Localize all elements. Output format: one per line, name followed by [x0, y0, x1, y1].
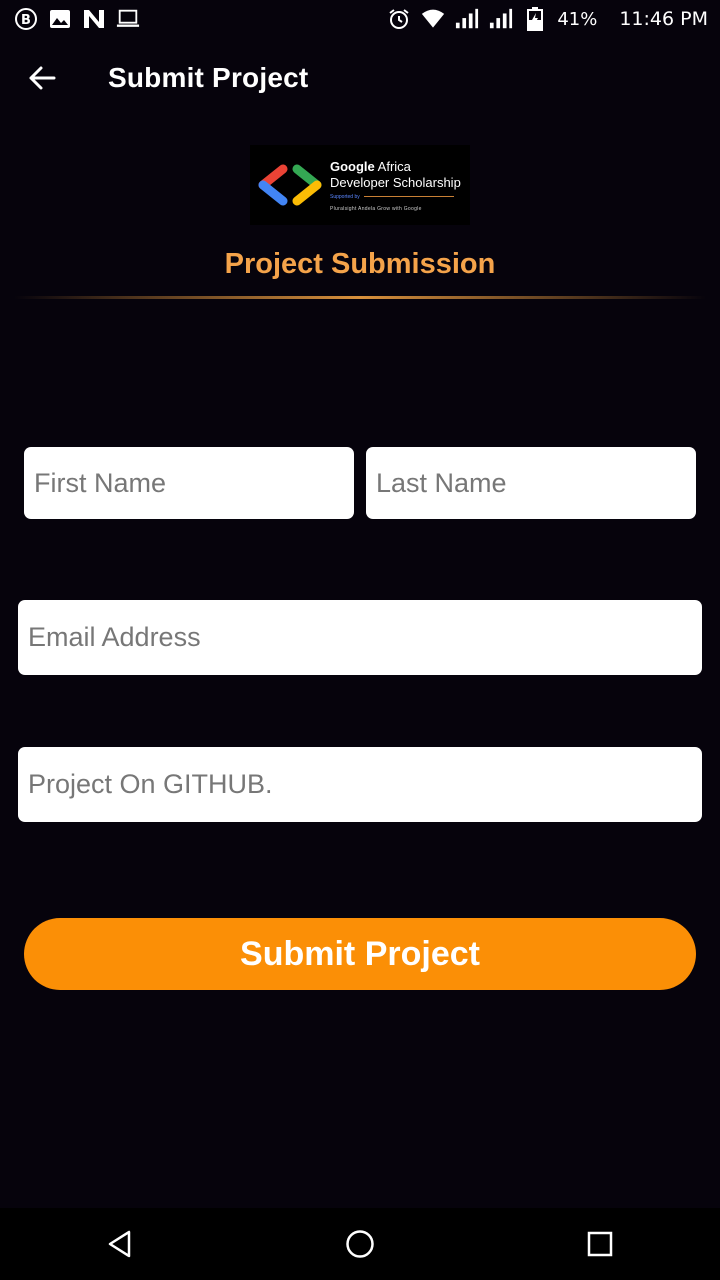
battery-percent: 41%	[557, 8, 598, 30]
gads-logo: Google Africa Developer Scholarship Supp…	[250, 145, 470, 225]
nav-back-icon	[108, 1230, 131, 1258]
clock-time: 11:46 PM	[619, 8, 708, 30]
logo-line2: Developer Scholarship	[330, 174, 461, 190]
submit-project-button[interactable]: Submit Project	[24, 918, 696, 990]
image-icon	[48, 7, 72, 31]
logo-supported-label: Supported by	[330, 193, 360, 200]
logo-text: Google Africa Developer Scholarship Supp…	[330, 159, 461, 212]
app-bar: Submit Project	[0, 40, 720, 116]
logo-partners: Pluralsight Andela Grow with Google	[330, 205, 422, 212]
email-input[interactable]	[18, 600, 702, 675]
nav-home-icon	[346, 1230, 374, 1258]
alarm-icon	[387, 7, 411, 31]
section-title: Project Submission	[224, 248, 496, 280]
back-button[interactable]	[14, 50, 70, 106]
nav-recents-button[interactable]	[570, 1214, 630, 1274]
signal-icon	[455, 7, 479, 31]
b-badge-icon: B	[14, 7, 38, 31]
battery-icon	[523, 7, 547, 31]
n-app-icon	[82, 7, 106, 31]
code-brackets-logo-icon	[258, 164, 322, 206]
nav-recents-icon	[587, 1231, 613, 1257]
nav-home-button[interactable]	[330, 1214, 390, 1274]
logo-line1: Google Africa	[330, 159, 461, 175]
section-divider	[14, 296, 706, 299]
signal-icon	[489, 7, 513, 31]
logo-google: Google	[330, 158, 375, 174]
system-nav-bar	[0, 1208, 720, 1280]
status-bar: B 41% 11:46 PM	[0, 0, 720, 38]
logo-support-line	[363, 196, 454, 197]
app-bar-title: Submit Project	[108, 62, 309, 93]
wifi-icon	[421, 7, 445, 31]
status-right: 41% 11:46 PM	[387, 7, 708, 31]
logo-africa: Africa	[374, 158, 411, 174]
status-left: B	[14, 7, 140, 31]
logo-support: Supported by	[330, 194, 461, 200]
github-link-input[interactable]	[18, 747, 702, 822]
arrow-left-icon	[29, 66, 56, 90]
laptop-icon	[116, 7, 140, 31]
first-name-input[interactable]	[24, 447, 354, 519]
svg-text:B: B	[21, 13, 31, 28]
last-name-input[interactable]	[366, 447, 696, 519]
nav-back-button[interactable]	[90, 1214, 150, 1274]
